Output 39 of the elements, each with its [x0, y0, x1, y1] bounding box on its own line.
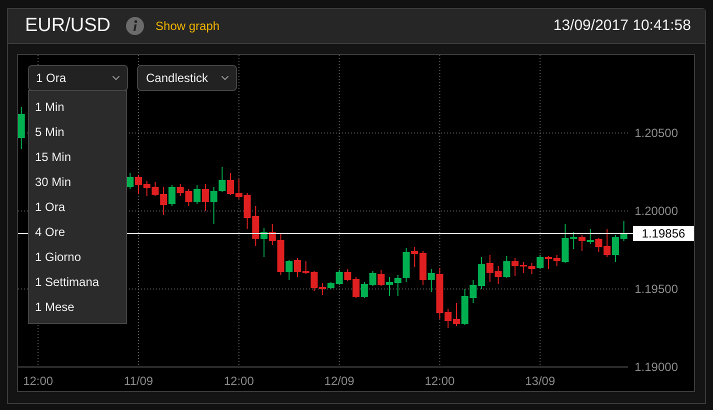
y-axis-label: 1.20500 — [634, 126, 678, 140]
candlestick — [202, 184, 209, 212]
interval-option[interactable]: 1 Min — [29, 95, 126, 120]
show-graph-link[interactable]: Show graph — [156, 17, 220, 35]
candlestick — [503, 255, 510, 278]
candlestick — [578, 234, 586, 252]
interval-option[interactable]: 1 Ora — [29, 195, 126, 220]
candlestick — [126, 172, 134, 190]
interval-option[interactable]: 1 Mese — [29, 295, 126, 320]
window-title: EUR/USD — [25, 14, 111, 38]
candlestick — [168, 184, 176, 207]
y-axis-label: 1.19000 — [634, 360, 678, 374]
candlestick — [586, 228, 594, 245]
current-price-tag: 1.19856 — [633, 226, 694, 241]
x-axis-label: 12:00 — [23, 374, 54, 388]
interval-option[interactable]: 1 Settimana — [29, 270, 126, 295]
candlestick — [194, 184, 201, 204]
chart-type-select[interactable]: Candlestick — [137, 65, 237, 91]
interval-option[interactable]: 30 Min — [29, 170, 126, 195]
x-axis-label: 12:00 — [424, 374, 455, 388]
candlestick — [210, 186, 218, 224]
y-axis-label: 1.19500 — [634, 282, 678, 296]
interval-select[interactable]: 1 Ora — [28, 65, 128, 91]
y-axis-label: 1.20000 — [634, 204, 678, 218]
info-icon[interactable] — [126, 17, 144, 35]
interval-option[interactable]: 15 Min — [29, 145, 126, 170]
x-axis-label: 12/09 — [324, 374, 354, 388]
date-time: 13/09/2017 10:41:58 — [553, 16, 691, 36]
candlestick — [286, 259, 293, 280]
interval-option[interactable]: 1 Giorno — [29, 245, 126, 270]
interval-option[interactable]: 4 Ore — [29, 220, 126, 245]
x-axis-label: 12:00 — [224, 374, 254, 388]
candlestick — [536, 254, 544, 270]
x-axis-label: 11/09 — [124, 374, 154, 388]
x-axis-label: 13/09 — [525, 374, 556, 388]
candlestick — [378, 269, 385, 287]
candlestick — [428, 268, 435, 292]
interval-option[interactable]: 5 Min — [29, 120, 126, 145]
candlestick — [218, 166, 226, 192]
